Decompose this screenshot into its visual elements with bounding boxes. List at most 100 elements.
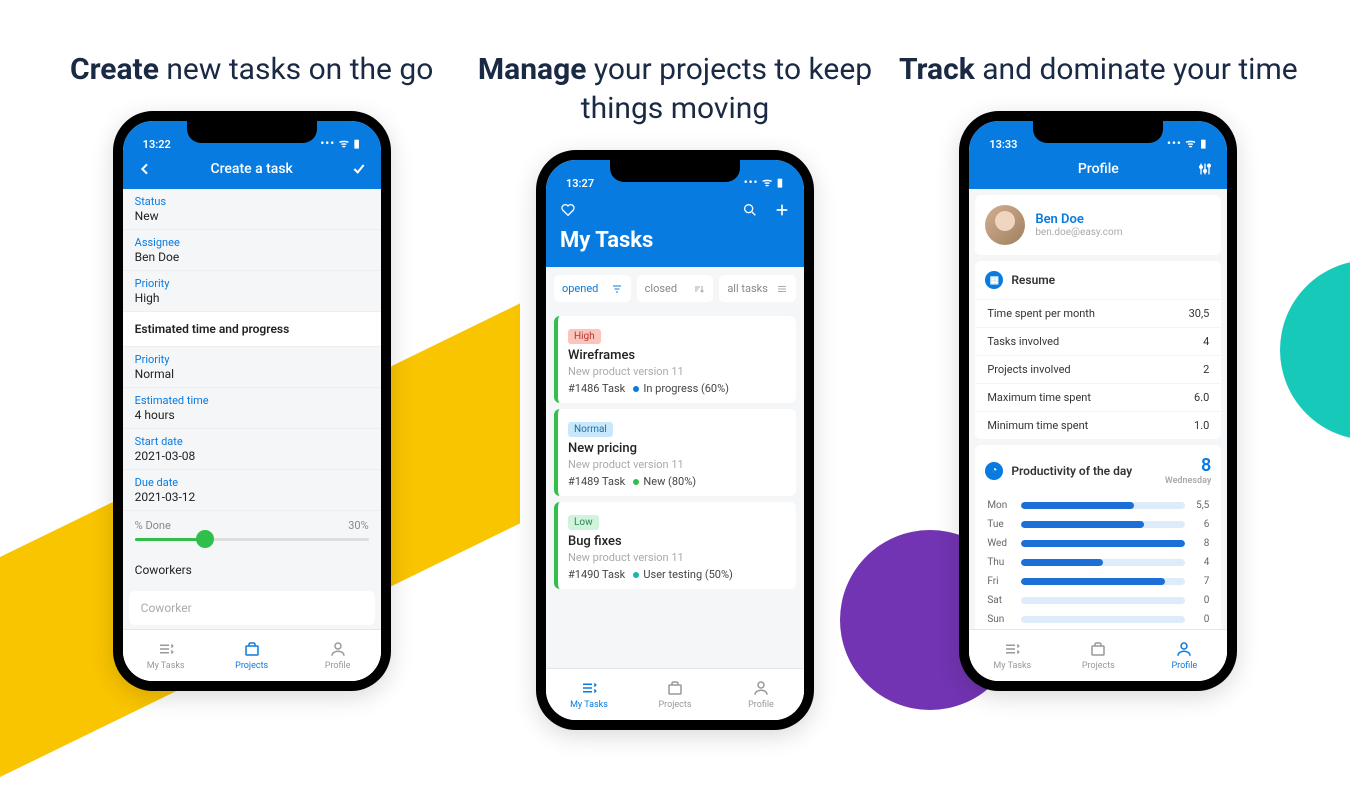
- filter-icon: [611, 283, 623, 295]
- resume-row: Maximum time spent6.0: [975, 383, 1221, 411]
- task-meta: #1489 Task New (80%): [568, 475, 786, 488]
- tab-projects[interactable]: Projects: [1055, 630, 1141, 681]
- productivity-bar-row: Thu4: [975, 553, 1221, 572]
- priority-badge: Normal: [568, 422, 613, 437]
- task-project: New product version 11: [568, 458, 786, 471]
- filter-alltasks[interactable]: all tasks: [719, 275, 796, 302]
- productivity-bar-row: Wed8: [975, 534, 1221, 553]
- done-value: 30%: [348, 519, 368, 532]
- search-icon[interactable]: [742, 202, 758, 218]
- user-email: ben.doe@easy.com: [1035, 227, 1122, 238]
- productivity-title: Productivity of the day: [1011, 464, 1132, 478]
- back-icon[interactable]: [137, 161, 153, 177]
- resume-row: Time spent per month30,5: [975, 299, 1221, 327]
- field-startdate-value[interactable]: 2021-03-08: [135, 449, 369, 463]
- field-priority-label: Priority: [135, 277, 369, 290]
- field-assignee-value[interactable]: Ben Doe: [135, 250, 369, 264]
- filter-opened[interactable]: opened: [554, 275, 631, 302]
- tab-label: Profile: [1171, 661, 1197, 671]
- field-startdate-label: Start date: [135, 435, 369, 448]
- phone-notch: [610, 160, 740, 182]
- phone-create: 13:22 ••• ᯤ ▮ Create a task StatusNew As…: [113, 111, 391, 691]
- phone-track: 13:33 ••• ᯤ ▮ Profile Ben Doe ben: [959, 111, 1237, 691]
- field-priority2-value[interactable]: Normal: [135, 367, 369, 381]
- priority-badge: High: [568, 329, 601, 344]
- page-title: Profile: [999, 161, 1197, 177]
- user-name: Ben Doe: [1035, 212, 1122, 227]
- plus-icon[interactable]: [774, 202, 790, 218]
- filter-closed[interactable]: closed: [637, 275, 714, 302]
- headline-track: Track and dominate your time: [899, 50, 1298, 89]
- header: Create a task: [123, 153, 381, 189]
- tab-profile[interactable]: Profile: [295, 630, 381, 681]
- productivity-bar-row: Tue6: [975, 515, 1221, 534]
- productivity-bar-row: Sat0: [975, 591, 1221, 610]
- headline-create: Create new tasks on the go: [70, 50, 433, 89]
- status-time: 13:33: [989, 138, 1017, 151]
- tab-projects[interactable]: Projects: [632, 669, 718, 720]
- header: My Tasks: [546, 192, 804, 267]
- field-status-value[interactable]: New: [135, 209, 369, 223]
- resume-row: Tasks involved4: [975, 327, 1221, 355]
- tab-label: Projects: [235, 661, 268, 671]
- tab-label: My Tasks: [147, 661, 185, 671]
- tab-profile[interactable]: Profile: [1141, 630, 1227, 681]
- page-title: Create a task: [153, 161, 351, 177]
- tab-label: Projects: [1082, 661, 1115, 671]
- tab-mytasks[interactable]: My Tasks: [969, 630, 1055, 681]
- resume-row: Minimum time spent1.0: [975, 411, 1221, 439]
- field-priority2-label: Priority: [135, 353, 369, 366]
- task-card[interactable]: High Wireframes New product version 11 #…: [554, 316, 796, 403]
- avatar: [985, 205, 1025, 245]
- headline-manage: Manage your projects to keep things movi…: [475, 50, 875, 128]
- section-estimated-time: Estimated time and progress: [123, 312, 381, 347]
- task-project: New product version 11: [568, 365, 786, 378]
- productivity-day: Wednesday: [1165, 476, 1211, 486]
- status-icons: ••• ᯤ ▮: [320, 136, 360, 151]
- section-coworkers: Coworkers: [123, 549, 381, 585]
- resume-icon: ▦: [985, 271, 1003, 289]
- task-card[interactable]: Low Bug fixes New product version 11 #14…: [554, 502, 796, 589]
- menu-icon: [776, 283, 788, 295]
- sort-icon: [693, 283, 705, 295]
- tab-mytasks[interactable]: My Tasks: [546, 669, 632, 720]
- status-icons: ••• ᯤ ▮: [744, 175, 784, 190]
- field-priority-value[interactable]: High: [135, 291, 369, 305]
- done-label: % Done: [135, 519, 171, 532]
- coworker-input[interactable]: Coworker: [129, 591, 375, 625]
- productivity-value: 8: [1165, 455, 1211, 476]
- field-status-label: Status: [135, 195, 369, 208]
- field-duedate-value[interactable]: 2021-03-12: [135, 490, 369, 504]
- productivity-icon: ◔: [985, 462, 1003, 480]
- status-time: 13:22: [143, 138, 171, 151]
- field-estimated-value[interactable]: 4 hours: [135, 408, 369, 422]
- resume-title: Resume: [1011, 273, 1055, 287]
- settings-icon[interactable]: [1197, 161, 1213, 177]
- done-slider[interactable]: % Done 30%: [123, 511, 381, 549]
- task-card[interactable]: Normal New pricing New product version 1…: [554, 409, 796, 496]
- phone-notch: [187, 121, 317, 143]
- tab-label: My Tasks: [993, 661, 1031, 671]
- heart-icon[interactable]: [560, 202, 576, 218]
- resume-row: Projects involved2: [975, 355, 1221, 383]
- task-meta: #1486 Task In progress (60%): [568, 382, 786, 395]
- status-icons: ••• ᯤ ▮: [1167, 136, 1207, 151]
- productivity-bar-row: Mon5,5: [975, 496, 1221, 515]
- field-assignee-label: Assignee: [135, 236, 369, 249]
- tab-label: Projects: [658, 700, 691, 710]
- header: Profile: [969, 153, 1227, 189]
- tab-mytasks[interactable]: My Tasks: [123, 630, 209, 681]
- priority-badge: Low: [568, 515, 599, 530]
- productivity-bar-row: Sun0: [975, 610, 1221, 629]
- task-title: New pricing: [568, 441, 786, 456]
- confirm-icon[interactable]: [351, 161, 367, 177]
- tab-projects[interactable]: Projects: [209, 630, 295, 681]
- task-project: New product version 11: [568, 551, 786, 564]
- phone-notch: [1033, 121, 1163, 143]
- field-estimated-label: Estimated time: [135, 394, 369, 407]
- task-title: Wireframes: [568, 348, 786, 363]
- tab-profile[interactable]: Profile: [718, 669, 804, 720]
- productivity-bar-row: Fri7: [975, 572, 1221, 591]
- task-meta: #1490 Task User testing (50%): [568, 568, 786, 581]
- task-title: Bug fixes: [568, 534, 786, 549]
